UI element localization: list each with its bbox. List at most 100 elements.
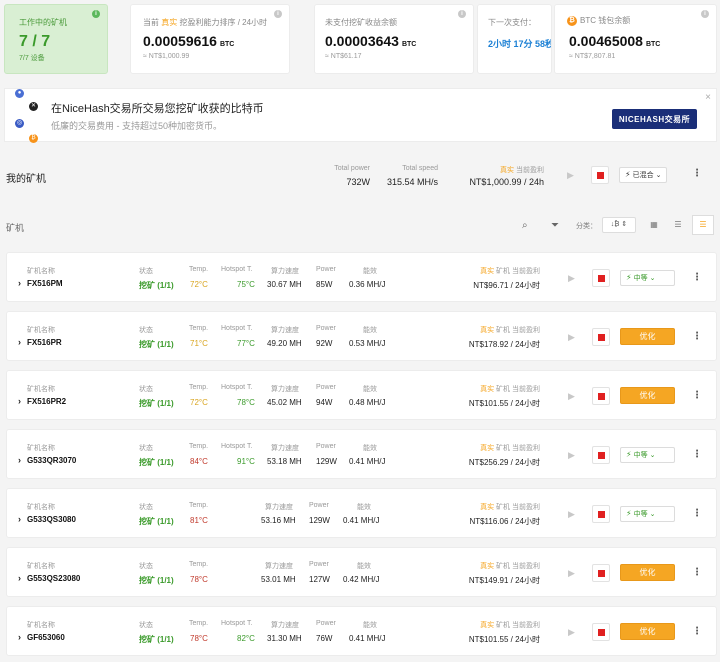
play-icon[interactable]: ▶ [568, 509, 578, 519]
chevron-right-icon[interactable]: › [18, 337, 21, 347]
chevron-right-icon[interactable]: › [18, 396, 21, 406]
unpaid-balance-card: i 未支付挖矿收益余额 0.00003643 BTC ≈ NT$61.17 [314, 4, 474, 74]
total-power-value: 732W [346, 177, 370, 187]
search-icon[interactable]: ⌕ [522, 220, 528, 231]
info-icon[interactable]: i [458, 10, 466, 18]
optimize-button[interactable]: 优化 [620, 387, 675, 404]
play-icon[interactable]: ▶ [568, 332, 578, 342]
rig-name[interactable]: FX516PR2 [27, 397, 66, 406]
col-name-label: 矿机名称 [27, 386, 55, 393]
rig-name[interactable]: G533QS3080 [27, 515, 76, 524]
filter-icon[interactable]: ⏷ [551, 220, 559, 231]
stop-button[interactable] [592, 387, 610, 405]
rigs-toolbar: 矿机 ⌕ ⏷ 分类： ↓₿ ⇕ ▦ ☰ ☰ [0, 215, 720, 237]
more-icon[interactable]: ⋮ [692, 169, 702, 179]
rig-power: 127W [309, 575, 330, 584]
rig-state: 挖矿 (1/1) [139, 399, 174, 408]
rig-row[interactable]: 矿机名称 › FX516PR2 状态 挖矿 (1/1) Temp. 72°C H… [6, 370, 717, 420]
info-icon[interactable]: i [701, 10, 709, 18]
mode-dropdown[interactable]: ⚡ 已混合 ⌄ [619, 167, 668, 183]
col-eff-label: 能效 [357, 563, 371, 570]
col-state-label: 状态 [139, 504, 153, 511]
list-view-icon[interactable]: ☰ [667, 215, 689, 235]
mode-dropdown[interactable]: ⚡ 中等 ⌄ [620, 447, 675, 463]
active-rigs-card[interactable]: i 工作中的矿机 7 / 7 7/7 设备 [4, 4, 108, 74]
col-temp-label: Temp. [189, 325, 209, 332]
total-power-label: Total power [334, 165, 370, 172]
col-speed-label: 算力速度 [265, 563, 293, 570]
rig-row[interactable]: 矿机名称 › G553QS23080 状态 挖矿 (1/1) Temp. 78°… [6, 547, 717, 597]
col-name-label: 矿机名称 [27, 327, 55, 334]
chevron-right-icon[interactable]: › [18, 514, 21, 524]
sort-dropdown[interactable]: ↓₿ ⇕ [602, 217, 636, 233]
rig-name[interactable]: G533QR3070 [27, 456, 76, 465]
more-icon[interactable]: ⋮ [692, 568, 702, 578]
next-payout-card: 下一次支付： 2小时 17分 58秒 [477, 4, 552, 74]
chevron-right-icon[interactable]: › [18, 278, 21, 288]
rig-row[interactable]: 矿机名称 › FX516PR 状态 挖矿 (1/1) Temp. 71°C Ho… [6, 311, 717, 361]
rig-power: 129W [316, 457, 337, 466]
play-icon[interactable]: ▶ [568, 627, 578, 637]
profitability-value: 0.00059616 BTC [143, 33, 235, 49]
col-state-label: 状态 [139, 327, 153, 334]
close-icon[interactable]: × [705, 92, 711, 103]
info-icon[interactable]: i [92, 10, 100, 18]
rig-row[interactable]: 矿机名称 › FX516PM 状态 挖矿 (1/1) Temp. 72°C Ho… [6, 252, 717, 302]
mode-dropdown[interactable]: ⚡ 中等 ⌄ [620, 506, 675, 522]
chevron-right-icon[interactable]: › [18, 455, 21, 465]
more-icon[interactable]: ⋮ [692, 332, 702, 342]
stats-bar: i 工作中的矿机 7 / 7 7/7 设备 i 当前 真实 挖盈利能力排序 / … [4, 4, 717, 74]
chevron-right-icon[interactable]: › [18, 573, 21, 583]
more-icon[interactable]: ⋮ [692, 627, 702, 637]
stop-button[interactable] [592, 623, 610, 641]
exchange-button[interactable]: NICEHASH交易所 [612, 109, 697, 129]
more-icon[interactable]: ⋮ [692, 273, 702, 283]
play-icon[interactable]: ▶ [568, 450, 578, 460]
info-icon[interactable]: i [274, 10, 282, 18]
stop-icon [598, 393, 605, 400]
rig-name[interactable]: G553QS23080 [27, 574, 80, 583]
stop-all-button[interactable] [591, 166, 609, 184]
rig-name[interactable]: FX516PR [27, 338, 62, 347]
unpaid-label: 未支付挖矿收益余额 [325, 18, 397, 27]
total-speed-value: 315.54 MH/s [386, 177, 438, 187]
play-icon[interactable]: ▶ [568, 273, 578, 283]
stop-button[interactable] [592, 269, 610, 287]
play-icon[interactable]: ▶ [568, 391, 578, 401]
rig-row[interactable]: 矿机名称 › G533QR3070 状态 挖矿 (1/1) Temp. 84°C… [6, 429, 717, 479]
chevron-right-icon[interactable]: › [18, 632, 21, 642]
rig-row[interactable]: 矿机名称 › G533QS3080 状态 挖矿 (1/1) Temp. 81°C… [6, 488, 717, 538]
optimize-button[interactable]: 优化 [620, 328, 675, 345]
bitcoin-icon: ₿ [567, 15, 577, 26]
more-icon[interactable]: ⋮ [692, 509, 702, 519]
rig-speed: 30.67 MH [267, 280, 302, 289]
play-icon[interactable]: ▶ [567, 170, 577, 180]
more-icon[interactable]: ⋮ [692, 391, 702, 401]
rig-name[interactable]: FX516PM [27, 279, 63, 288]
profitability-label: 当前 真实 挖盈利能力排序 / 24小时 [143, 18, 268, 27]
rig-profit: NT$149.91 / 24小时 [468, 576, 540, 585]
col-temp-label: Temp. [189, 266, 209, 273]
rig-temp: 78°C [190, 634, 208, 643]
stop-button[interactable] [592, 564, 610, 582]
optimize-button[interactable]: 优化 [620, 623, 675, 640]
col-profit-label: 真实 矿机 当前盈利 [480, 386, 540, 393]
stop-button[interactable] [592, 505, 610, 523]
stop-button[interactable] [592, 446, 610, 464]
rig-name[interactable]: GF653060 [27, 633, 65, 642]
active-rigs-value: 7 / 7 [19, 33, 51, 50]
rig-row[interactable]: 矿机名称 › GF653060 状态 挖矿 (1/1) Temp. 78°C H… [6, 606, 717, 656]
profitability-sub: ≈ NT$1,000.99 [143, 53, 190, 60]
mode-dropdown[interactable]: ⚡ 中等 ⌄ [620, 270, 675, 286]
grid-view-icon[interactable]: ▦ [643, 215, 665, 235]
stop-button[interactable] [592, 328, 610, 346]
stop-icon [598, 334, 605, 341]
more-icon[interactable]: ⋮ [692, 450, 702, 460]
rig-profit: NT$101.55 / 24小时 [468, 399, 540, 408]
compact-view-icon[interactable]: ☰ [692, 215, 714, 235]
rig-speed: 53.18 MH [267, 457, 302, 466]
profitability-card: i 当前 真实 挖盈利能力排序 / 24小时 0.00059616 BTC ≈ N… [130, 4, 290, 74]
rig-power: 76W [316, 634, 333, 643]
optimize-button[interactable]: 优化 [620, 564, 675, 581]
play-icon[interactable]: ▶ [568, 568, 578, 578]
